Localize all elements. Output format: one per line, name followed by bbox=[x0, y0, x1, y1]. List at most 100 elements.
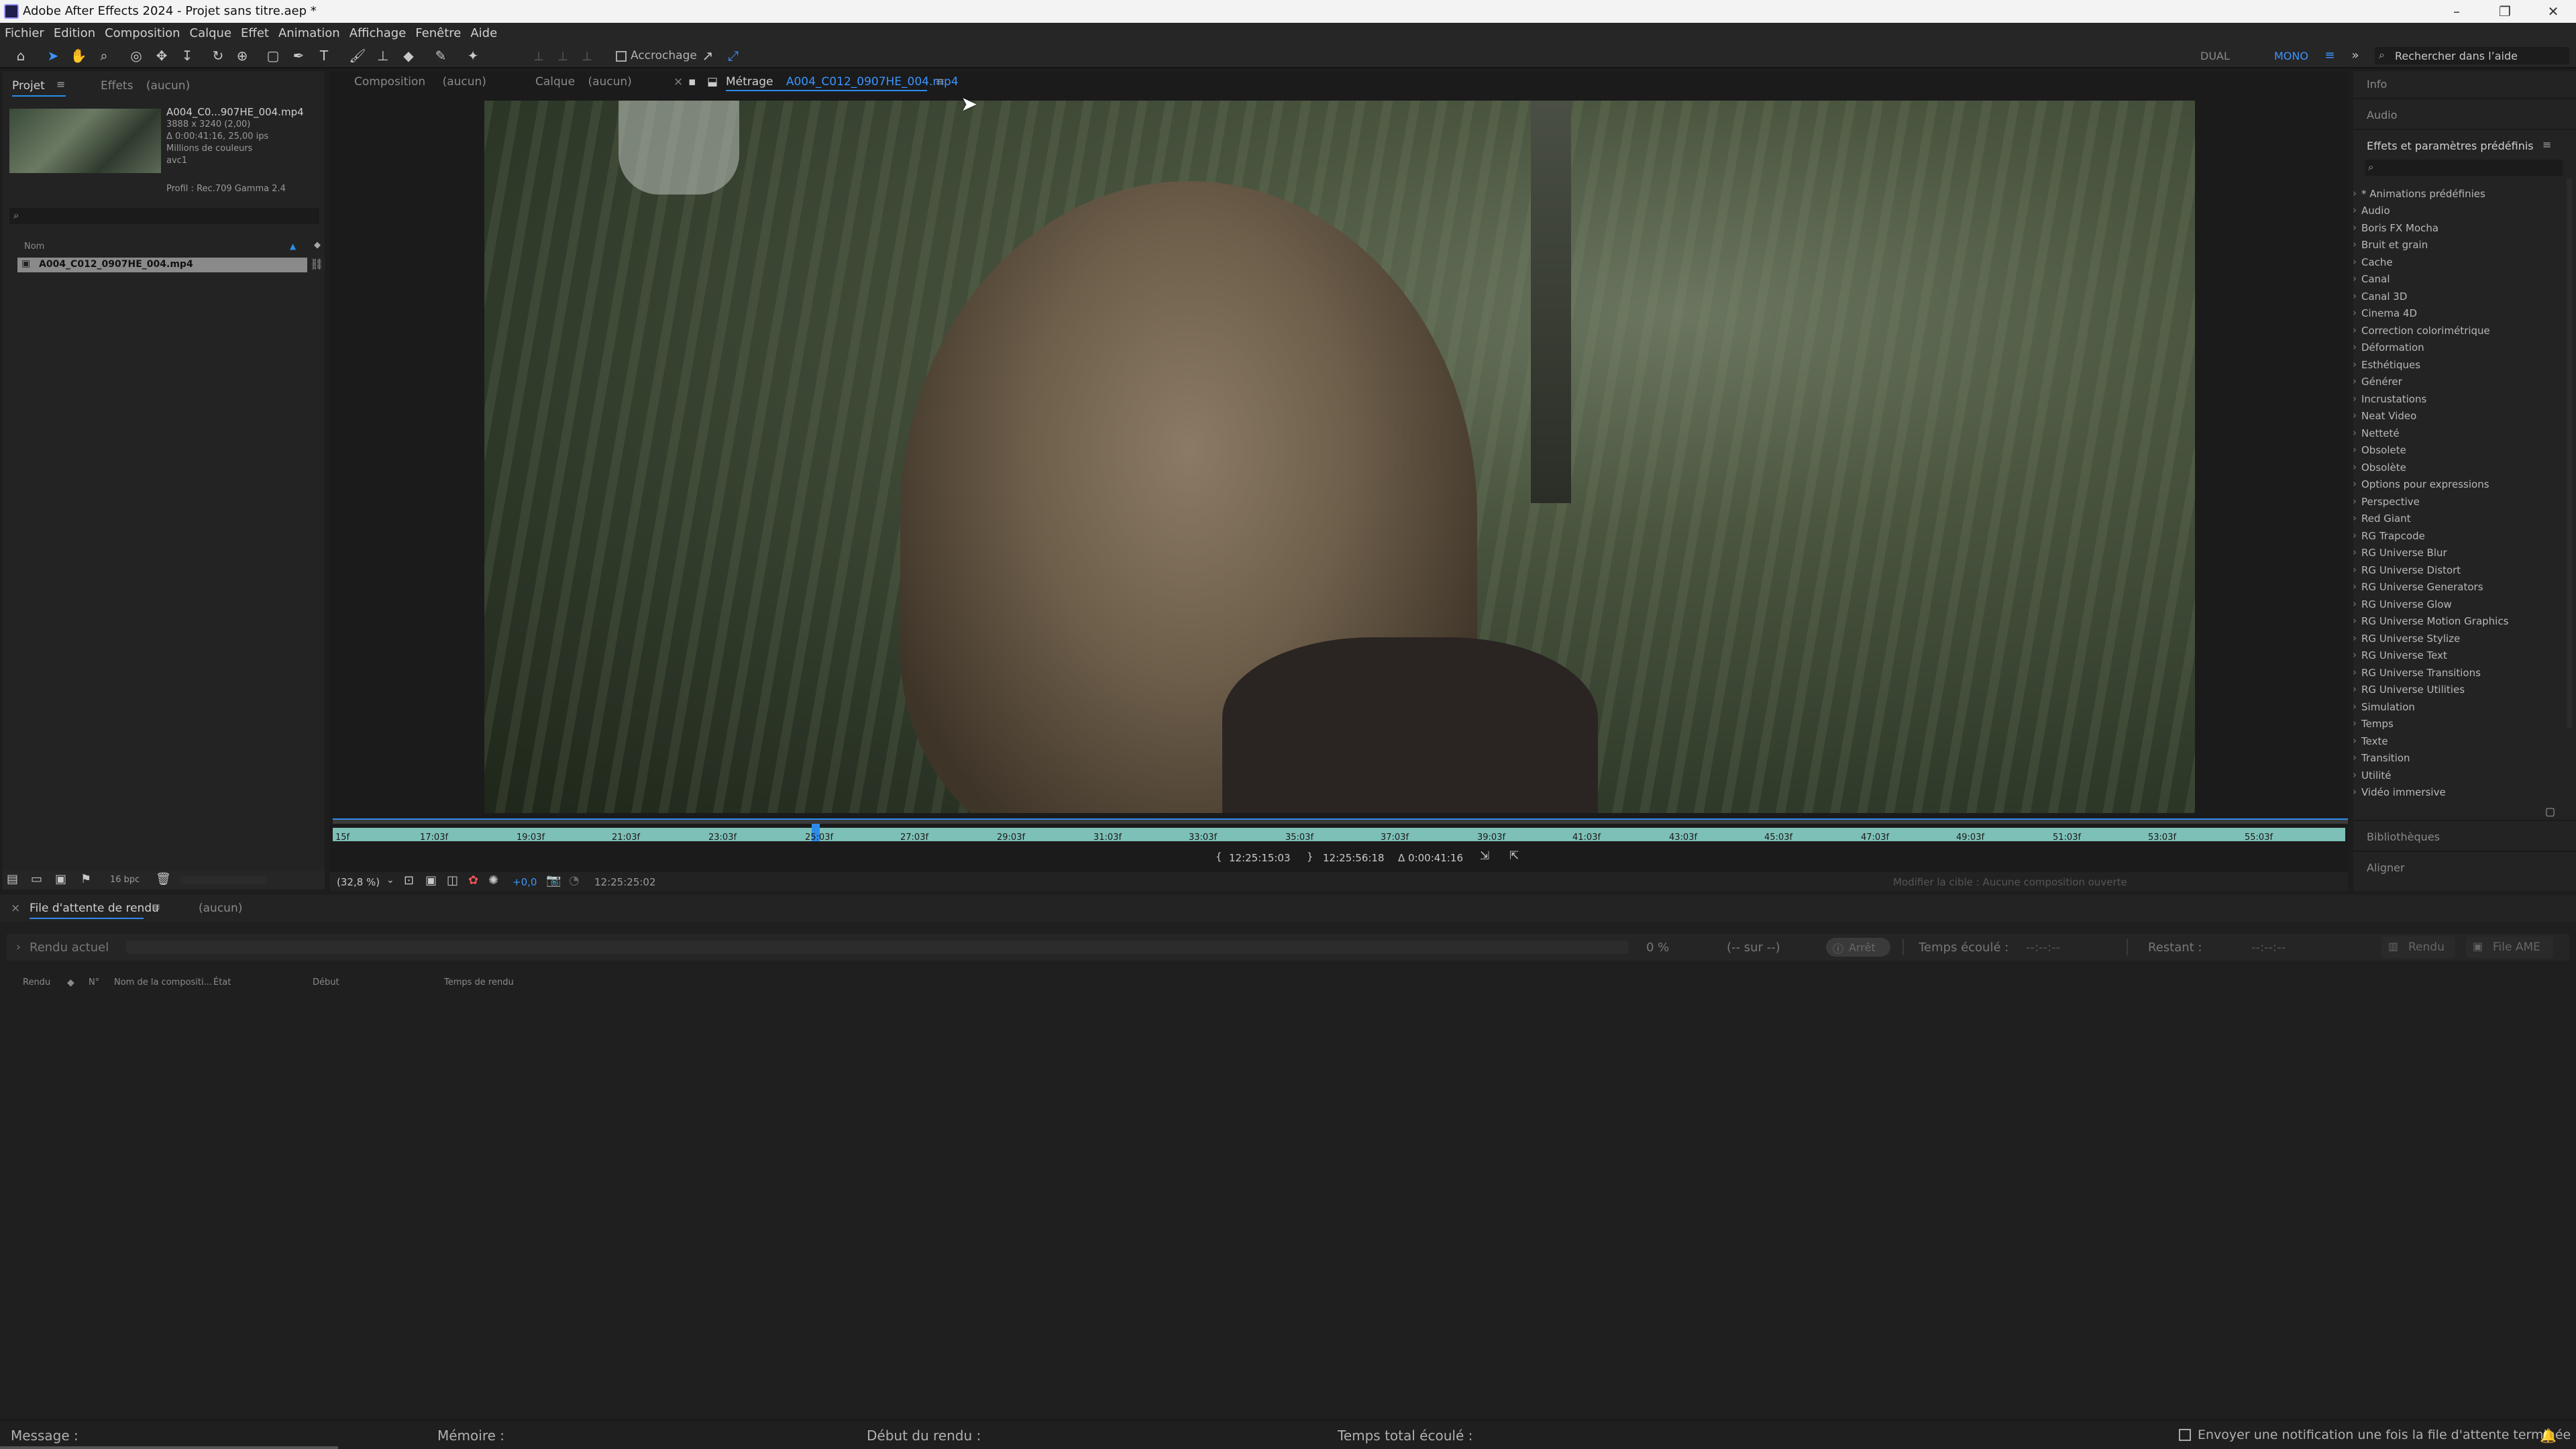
hand-tool-icon[interactable]: ✋ bbox=[70, 47, 87, 64]
workspace-menu-icon[interactable]: ≡ bbox=[2321, 47, 2339, 64]
rotation-tool-icon[interactable]: ↻ bbox=[209, 47, 227, 64]
puppet-pin-icon[interactable]: ✦ bbox=[464, 47, 482, 64]
tab-effects[interactable]: Effets (aucun) bbox=[101, 79, 190, 93]
trash-icon[interactable]: 🗑 bbox=[156, 872, 171, 886]
ripple-insert-icon[interactable]: ⇲ bbox=[1480, 849, 1489, 863]
column-name-header[interactable]: Nom bbox=[24, 241, 44, 252]
col-start[interactable]: Début bbox=[313, 977, 339, 987]
effect-category[interactable]: Canal bbox=[2353, 272, 2390, 285]
lock-icon[interactable]: ▪ bbox=[688, 75, 696, 89]
pen-tool-icon[interactable]: ✒ bbox=[290, 47, 307, 64]
effect-category[interactable]: Bruit et grain bbox=[2353, 238, 2428, 251]
effect-category[interactable]: RG Universe Transitions bbox=[2353, 666, 2481, 679]
overlay-edit-icon[interactable]: ⇱ bbox=[1509, 849, 1519, 863]
selection-tool-icon[interactable]: ➤ bbox=[44, 47, 62, 64]
effect-category[interactable]: Cinema 4D bbox=[2353, 307, 2417, 319]
eraser-tool-icon[interactable]: ◆ bbox=[400, 47, 417, 64]
brush-tool-icon[interactable]: 🖌 bbox=[349, 47, 366, 64]
effects-search-input[interactable]: ⌕ bbox=[2365, 160, 2563, 176]
col-render-time[interactable]: Temps de rendu bbox=[444, 977, 514, 987]
orbit-camera-icon[interactable]: ◎ bbox=[127, 47, 145, 64]
render-button[interactable]: ▥ Rendu bbox=[2381, 936, 2455, 958]
effect-category[interactable]: Red Giant bbox=[2353, 512, 2411, 525]
effect-category[interactable]: Esthétiques bbox=[2353, 358, 2420, 371]
effect-category[interactable]: Netteté bbox=[2353, 427, 2399, 439]
menu-composition[interactable]: Composition bbox=[100, 23, 184, 40]
color-management-icon[interactable]: ✺ bbox=[488, 873, 498, 888]
effect-category[interactable]: Perspective bbox=[2353, 495, 2420, 508]
tag-icon[interactable]: ◆ bbox=[314, 240, 321, 250]
tab-layer[interactable]: Calque (aucun) bbox=[535, 75, 632, 89]
effect-category[interactable]: Générer bbox=[2353, 375, 2402, 388]
new-bin-icon[interactable]: ▢ bbox=[2545, 805, 2555, 818]
close-tab-icon[interactable]: × bbox=[11, 902, 20, 915]
snapshot-icon[interactable]: 📷 bbox=[546, 873, 561, 888]
info-panel-header[interactable]: Info bbox=[2367, 78, 2387, 91]
workspace-dual[interactable]: DUAL bbox=[2200, 50, 2230, 62]
home-icon[interactable]: ⌂ bbox=[12, 47, 30, 64]
bit-depth[interactable]: 16 bpc bbox=[110, 875, 140, 885]
effect-category[interactable]: Canal 3D bbox=[2353, 290, 2407, 303]
effect-category[interactable]: Texte bbox=[2353, 735, 2387, 747]
shape-tool-icon[interactable]: ▢ bbox=[264, 47, 282, 64]
menu-fichier[interactable]: Fichier bbox=[0, 23, 49, 40]
effect-category[interactable]: Options pour expressions bbox=[2353, 478, 2489, 490]
effect-category[interactable]: RG Universe Stylize bbox=[2353, 632, 2460, 645]
effect-category[interactable]: Vidéo immersive bbox=[2353, 786, 2446, 798]
viewer-menu-icon[interactable]: ≡ bbox=[935, 75, 945, 89]
effect-category[interactable]: Déformation bbox=[2353, 341, 2424, 354]
interpret-footage-icon[interactable]: ▤ bbox=[7, 872, 18, 886]
footage-frame[interactable] bbox=[484, 101, 2195, 813]
close-icon[interactable]: ✕ bbox=[2533, 1, 2573, 21]
thumbnail-slider[interactable] bbox=[180, 876, 267, 884]
out-point-bracket-icon[interactable]: } bbox=[1307, 851, 1313, 863]
menu-animation[interactable]: Animation bbox=[274, 23, 345, 40]
anchor-point-icon[interactable]: ⊕ bbox=[233, 47, 251, 64]
effect-category[interactable]: Neat Video bbox=[2353, 409, 2416, 422]
menu-aide[interactable]: Aide bbox=[466, 23, 502, 40]
effect-category[interactable]: Transition bbox=[2353, 751, 2410, 764]
dolly-camera-icon[interactable]: ↧ bbox=[178, 47, 196, 64]
tab-footage[interactable]: Métrage A004_C012_0907HE_004.mp4 bbox=[726, 75, 959, 89]
exposure-value[interactable]: +0,0 bbox=[513, 876, 537, 888]
current-timecode[interactable]: 12:25:25:02 bbox=[594, 876, 656, 888]
new-folder-icon[interactable]: ▭ bbox=[31, 872, 42, 886]
effect-category[interactable]: Simulation bbox=[2353, 700, 2415, 713]
view-axis-icon[interactable]: ⟂ bbox=[578, 47, 596, 64]
close-tab-icon[interactable]: × bbox=[674, 75, 683, 89]
effect-category[interactable]: RG Universe Blur bbox=[2353, 546, 2447, 559]
stop-button[interactable]: ⓘ Arrêt bbox=[1826, 938, 1890, 957]
ame-queue-button[interactable]: ▣ File AME bbox=[2466, 936, 2553, 958]
audio-panel-header[interactable]: Audio bbox=[2367, 109, 2397, 121]
local-axis-icon[interactable]: ⟂ bbox=[530, 47, 547, 64]
menu-effet[interactable]: Effet bbox=[236, 23, 274, 40]
effect-category[interactable]: Boris FX Mocha bbox=[2353, 221, 2438, 234]
world-axis-icon[interactable]: ⟂ bbox=[554, 47, 572, 64]
show-snapshot-icon[interactable]: ◔ bbox=[569, 873, 580, 888]
col-render[interactable]: Rendu bbox=[23, 977, 50, 987]
time-navigator[interactable] bbox=[333, 818, 2348, 824]
flowchart-icon[interactable]: ⛓ bbox=[310, 258, 323, 270]
project-search-input[interactable]: ⌕ bbox=[9, 208, 319, 224]
in-point-bracket-icon[interactable]: { bbox=[1216, 851, 1222, 863]
tag-icon[interactable]: ◆ bbox=[67, 977, 74, 988]
zoom-dropdown[interactable]: (32,8 %) bbox=[337, 876, 380, 888]
roto-brush-icon[interactable]: ✎ bbox=[432, 47, 449, 64]
effect-category[interactable]: Obsolète bbox=[2353, 461, 2406, 474]
workspace-mono[interactable]: MONO bbox=[2274, 50, 2308, 62]
clone-stamp-icon[interactable]: ⊥ bbox=[374, 47, 392, 64]
adjust-icon[interactable]: ⚑ bbox=[80, 872, 91, 886]
render-queue-tab-value[interactable]: (aucun) bbox=[199, 902, 242, 915]
channels-icon[interactable]: ✿ bbox=[468, 873, 478, 888]
libraries-panel-header[interactable]: Bibliothèques bbox=[2367, 830, 2440, 843]
grid-icon[interactable]: ▣ bbox=[425, 873, 437, 888]
snap-edges-icon[interactable]: ↗ bbox=[699, 47, 716, 64]
sort-ascending-icon[interactable]: ▲ bbox=[290, 241, 296, 251]
effect-category[interactable]: RG Universe Generators bbox=[2353, 580, 2483, 593]
expand-arrow-icon[interactable]: › bbox=[16, 941, 21, 954]
snap-features-icon[interactable]: ⤢ bbox=[724, 47, 742, 64]
col-number[interactable]: N° bbox=[89, 977, 99, 987]
chevron-down-icon[interactable]: ⌄ bbox=[386, 875, 394, 885]
zoom-tool-icon[interactable]: ⌕ bbox=[95, 47, 113, 64]
menu-fenetre[interactable]: Fenêtre bbox=[411, 23, 466, 40]
